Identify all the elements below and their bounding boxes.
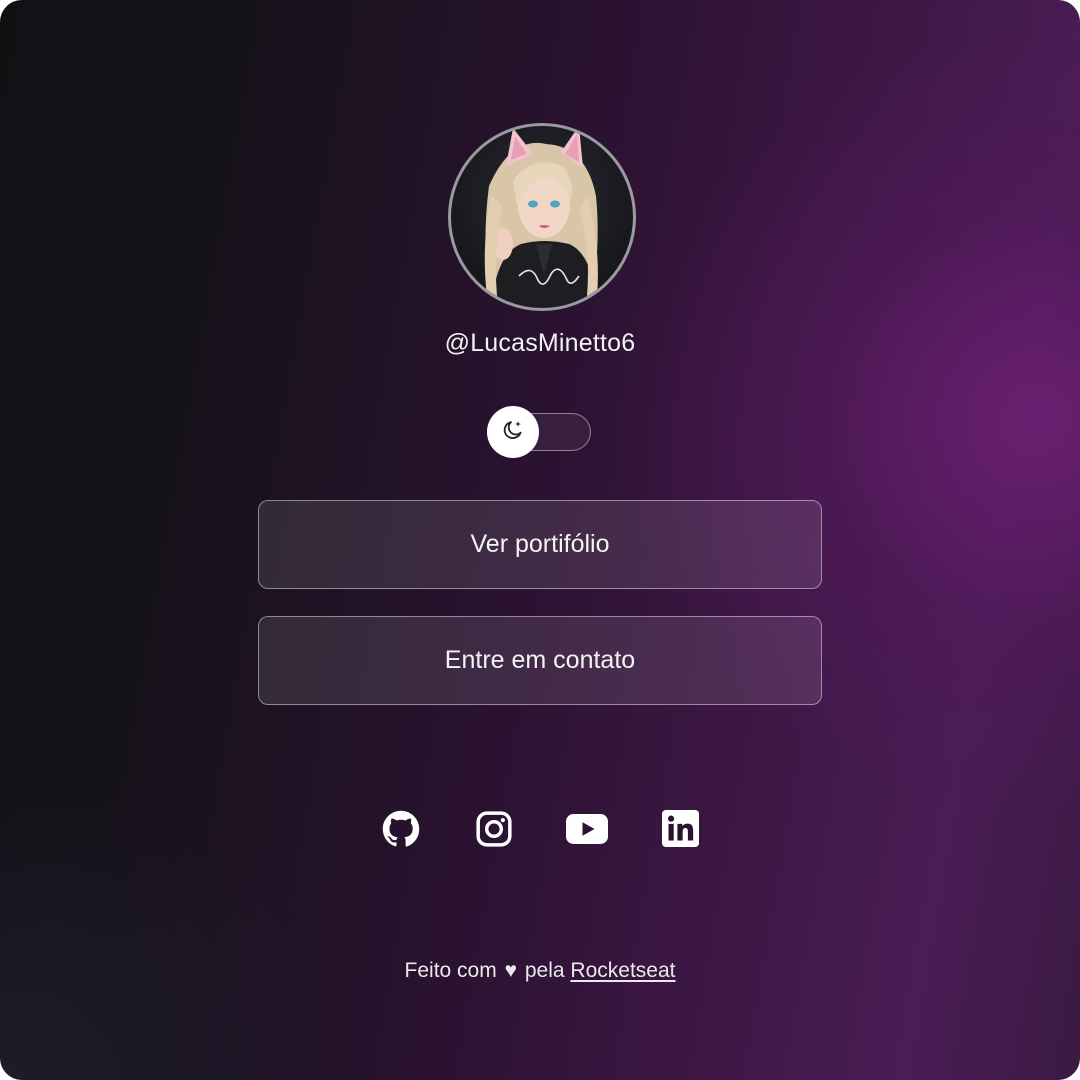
youtube-link[interactable] xyxy=(566,810,608,852)
linkedin-icon xyxy=(661,810,699,852)
page-background: @LucasMinetto6 Ver portifólio Entre em c… xyxy=(0,0,1080,1080)
username: @LucasMinetto6 xyxy=(444,329,636,357)
contact-button[interactable]: Entre em contato xyxy=(258,616,822,705)
footer-middle: pela xyxy=(524,959,565,982)
instagram-icon xyxy=(475,810,513,853)
rocketseat-link[interactable]: Rocketseat xyxy=(570,959,675,982)
theme-toggle-knob[interactable] xyxy=(487,406,539,458)
heart-icon: ♥ xyxy=(504,959,518,982)
profile-card: @LucasMinetto6 Ver portifólio Entre em c… xyxy=(0,0,1080,1080)
github-link[interactable] xyxy=(380,810,422,852)
github-icon xyxy=(382,810,420,853)
instagram-link[interactable] xyxy=(473,810,515,852)
portfolio-button[interactable]: Ver portifólio xyxy=(258,500,822,589)
youtube-icon xyxy=(566,813,608,850)
avatar-illustration xyxy=(484,126,598,308)
avatar xyxy=(448,123,636,311)
social-links xyxy=(380,810,700,854)
footer-prefix: Feito com xyxy=(404,959,497,982)
linkedin-link[interactable] xyxy=(659,810,701,852)
footer: Feito com ♥ pela Rocketseat xyxy=(0,959,1080,983)
moon-stars-icon xyxy=(501,418,525,447)
